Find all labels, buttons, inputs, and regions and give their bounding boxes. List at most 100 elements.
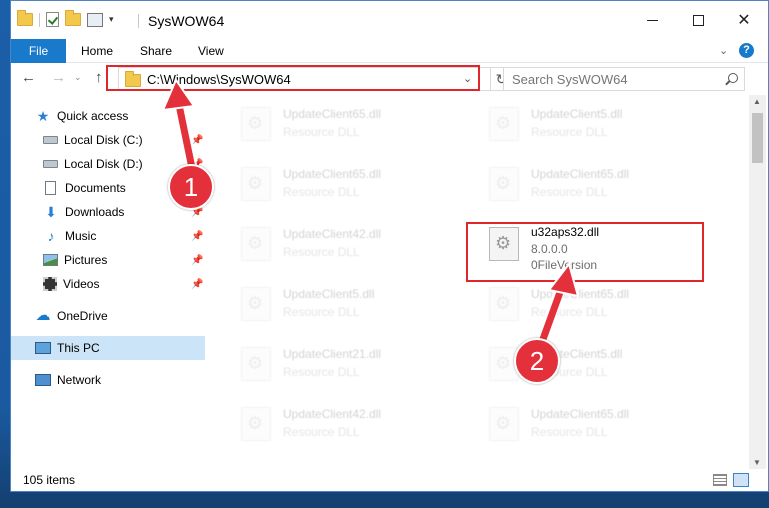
film-strip-icon bbox=[43, 277, 57, 291]
list-item[interactable]: UpdateClient5.dll Resource DLL bbox=[233, 275, 453, 331]
search-input[interactable] bbox=[512, 72, 717, 87]
tab-home[interactable]: Home bbox=[81, 39, 113, 63]
cloud-icon: ☁ bbox=[35, 307, 51, 324]
navigation-bar: ← → ⌄ ↑ C:\Windows\SysWOW64 ⌄ ↻ bbox=[11, 63, 768, 95]
details-view-icon[interactable] bbox=[713, 474, 727, 486]
scroll-up-icon[interactable]: ▲ bbox=[753, 97, 761, 106]
sidebar-item-music[interactable]: ♪ Music 📌 bbox=[11, 224, 205, 248]
scroll-down-icon[interactable]: ▼ bbox=[753, 458, 761, 467]
file-name: UpdateClient21.dll bbox=[283, 347, 382, 361]
expand-ribbon-chevron-icon[interactable]: ⌄ bbox=[719, 44, 728, 57]
sidebar-item-quick-access[interactable]: ★ Quick access bbox=[11, 104, 205, 128]
dll-file-icon bbox=[489, 107, 519, 141]
file-type: Resource DLL bbox=[283, 245, 360, 259]
list-item[interactable]: UpdateClient65.dll Resource DLL bbox=[481, 275, 701, 331]
tab-file[interactable]: File bbox=[11, 39, 66, 63]
sidebar-item-label: OneDrive bbox=[57, 309, 108, 323]
document-icon bbox=[45, 181, 56, 195]
help-icon[interactable]: ? bbox=[739, 43, 754, 58]
dll-file-icon bbox=[241, 107, 271, 141]
list-item[interactable]: UpdateClient65.dll Resource DLL bbox=[233, 155, 453, 211]
status-bar: 105 items bbox=[11, 469, 768, 491]
sidebar-item-label: Quick access bbox=[57, 109, 129, 123]
list-item[interactable]: UpdateClient5.dll Resource DLL bbox=[481, 95, 701, 151]
dll-file-icon bbox=[241, 407, 271, 441]
step-2-badge: 2 bbox=[514, 338, 560, 384]
list-item[interactable]: UpdateClient65.dll Resource DLL bbox=[481, 395, 701, 451]
navigation-pane: ★ Quick access Local Disk (C:) 📌 Local D… bbox=[11, 95, 205, 462]
large-icons-view-icon[interactable] bbox=[733, 473, 749, 487]
close-icon: ✕ bbox=[737, 12, 751, 29]
step-1-badge: 1 bbox=[168, 164, 214, 210]
sidebar-item-this-pc[interactable]: This PC bbox=[11, 336, 205, 360]
file-name: UpdateClient65.dll bbox=[531, 287, 630, 301]
network-icon bbox=[35, 374, 51, 386]
sidebar-item-network[interactable]: Network bbox=[11, 368, 205, 392]
file-type: Resource DLL bbox=[531, 305, 608, 319]
sidebar-item-label: Pictures bbox=[64, 253, 108, 267]
recent-locations-chevron-icon[interactable]: ⌄ bbox=[74, 72, 82, 83]
explorer-window: ▾ SysWOW64 ✕ File Home Share View ⌄ ? ← … bbox=[10, 0, 769, 492]
maximize-button[interactable] bbox=[675, 1, 721, 39]
sidebar-item-label: This PC bbox=[57, 341, 100, 355]
featured-file-item[interactable]: u32aps32.dll 8.0.0.0 0FileVersion bbox=[481, 215, 701, 272]
file-name: UpdateClient65.dll bbox=[283, 167, 382, 181]
tab-share[interactable]: Share bbox=[140, 39, 172, 63]
pin-icon[interactable]: 📌 bbox=[191, 255, 203, 266]
properties-check-icon[interactable] bbox=[46, 12, 59, 27]
window-title: SysWOW64 bbox=[148, 13, 225, 29]
forward-arrow-icon[interactable]: → bbox=[51, 69, 66, 86]
file-type: Resource DLL bbox=[283, 425, 360, 439]
address-bar[interactable]: C:\Windows\SysWOW64 ⌄ bbox=[118, 67, 491, 91]
folder-icon bbox=[125, 71, 141, 87]
search-box[interactable] bbox=[503, 67, 745, 91]
list-item[interactable]: UpdateClient42.dll Resource DLL bbox=[233, 215, 453, 271]
sidebar-item-local-disk-c[interactable]: Local Disk (C:) 📌 bbox=[11, 128, 205, 152]
scrollbar-thumb[interactable] bbox=[752, 113, 763, 163]
search-icon[interactable] bbox=[728, 73, 738, 83]
maximize-icon bbox=[692, 14, 704, 26]
star-icon: ★ bbox=[36, 108, 50, 124]
address-chevron-down-icon[interactable]: ⌄ bbox=[463, 72, 472, 85]
file-type: Resource DLL bbox=[531, 425, 608, 439]
music-note-icon: ♪ bbox=[47, 228, 55, 244]
view-options-icon[interactable] bbox=[87, 12, 103, 27]
minimize-button[interactable] bbox=[629, 1, 675, 39]
list-item[interactable]: UpdateClient21.dll Resource DLL bbox=[233, 335, 453, 391]
folder-icon bbox=[17, 10, 33, 26]
item-count: 105 items bbox=[23, 473, 76, 487]
divider bbox=[138, 14, 139, 28]
list-item[interactable]: UpdateClient42.dll Resource DLL bbox=[233, 395, 453, 451]
sidebar-item-label: Local Disk (C:) bbox=[64, 133, 143, 147]
file-description: 0FileVersion bbox=[531, 258, 598, 272]
up-arrow-icon[interactable]: ↑ bbox=[95, 69, 103, 86]
vertical-scrollbar[interactable]: ▲ ▼ bbox=[749, 95, 766, 469]
title-bar: ▾ SysWOW64 ✕ bbox=[11, 1, 768, 39]
list-item[interactable]: UpdateClient65.dll Resource DLL bbox=[233, 95, 453, 151]
back-arrow-icon[interactable]: ← bbox=[21, 69, 36, 86]
file-type: Resource DLL bbox=[283, 365, 360, 379]
pin-icon[interactable]: 📌 bbox=[191, 231, 203, 242]
sidebar-item-videos[interactable]: Videos 📌 bbox=[11, 272, 205, 296]
close-button[interactable]: ✕ bbox=[721, 1, 767, 39]
dll-file-icon bbox=[489, 227, 519, 261]
file-type: Resource DLL bbox=[283, 305, 360, 319]
dll-file-icon bbox=[241, 347, 271, 381]
quick-access-toolbar: ▾ bbox=[17, 10, 114, 27]
dll-file-icon bbox=[241, 227, 271, 261]
sidebar-item-onedrive[interactable]: ☁ OneDrive bbox=[11, 304, 205, 328]
file-name: UpdateClient42.dll bbox=[283, 227, 382, 241]
sidebar-item-pictures[interactable]: Pictures 📌 bbox=[11, 248, 205, 272]
list-item[interactable]: UpdateClient65.dll Resource DLL bbox=[481, 155, 701, 211]
file-list: UpdateClient65.dll Resource DLL UpdateCl… bbox=[205, 95, 749, 462]
new-folder-icon[interactable] bbox=[65, 10, 81, 26]
file-type: Resource DLL bbox=[283, 125, 360, 139]
pin-icon[interactable]: 📌 bbox=[191, 135, 203, 146]
sidebar-item-label: Downloads bbox=[65, 205, 125, 219]
address-path[interactable]: C:\Windows\SysWOW64 bbox=[147, 72, 291, 87]
tab-view[interactable]: View bbox=[198, 39, 224, 63]
pin-icon[interactable]: 📌 bbox=[191, 279, 203, 290]
ribbon-tabs: File Home Share View ⌄ ? bbox=[11, 39, 768, 63]
minimize-icon bbox=[646, 19, 658, 21]
qat-chevron-down-icon[interactable]: ▾ bbox=[109, 14, 114, 25]
